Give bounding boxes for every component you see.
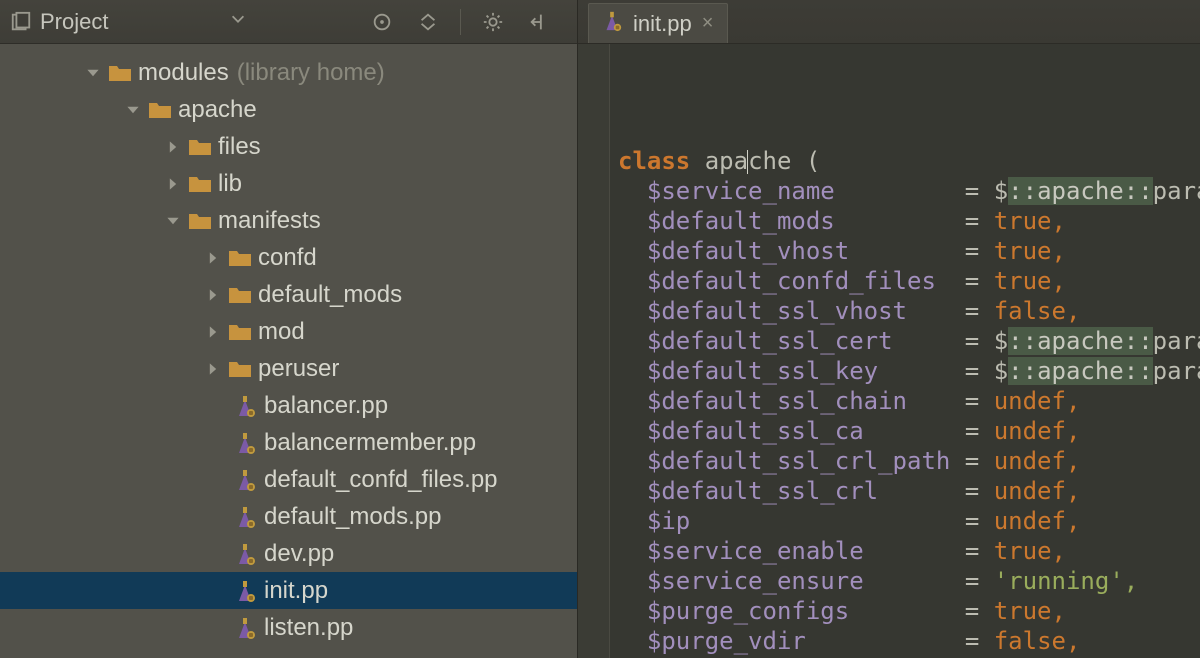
tree-note: (library home) <box>237 59 385 87</box>
tree-label: confd <box>258 244 317 272</box>
tree-folder-confd[interactable]: confd <box>0 239 577 276</box>
settings-gear-icon[interactable] <box>479 8 507 36</box>
tree-label: default_mods <box>258 281 402 309</box>
folder-icon <box>226 285 254 305</box>
tree-label: manifests <box>218 207 321 235</box>
tree-folder-peruser[interactable]: peruser <box>0 350 577 387</box>
tree-label: peruser <box>258 355 339 383</box>
toolbar-separator <box>460 9 461 35</box>
tree-folder-lib[interactable]: lib <box>0 165 577 202</box>
puppet-file-icon <box>230 579 260 603</box>
folder-icon <box>186 174 214 194</box>
folder-icon <box>186 137 214 157</box>
tree-file-listen[interactable]: listen.pp <box>0 609 577 646</box>
hide-panel-icon[interactable] <box>525 8 553 36</box>
tree-folder-default-mods[interactable]: default_mods <box>0 276 577 313</box>
collapse-arrow-icon[interactable] <box>160 139 186 155</box>
editor-tab-bar[interactable]: init.pp × <box>578 0 1200 44</box>
folder-icon <box>186 211 214 231</box>
project-panel-icon <box>10 11 32 33</box>
close-icon[interactable]: × <box>702 12 714 35</box>
tree-label: files <box>218 133 261 161</box>
editor-tab-init[interactable]: init.pp × <box>588 3 728 43</box>
tree-file-default-mods[interactable]: default_mods.pp <box>0 498 577 535</box>
puppet-file-icon <box>230 468 260 492</box>
tree-file-balancermember[interactable]: balancermember.pp <box>0 424 577 461</box>
expand-arrow-icon[interactable] <box>80 65 106 81</box>
tree-label: default_confd_files.pp <box>264 466 498 494</box>
tree-folder-mod[interactable]: mod <box>0 313 577 350</box>
folder-icon <box>106 63 134 83</box>
tree-file-default-confd-files[interactable]: default_confd_files.pp <box>0 461 577 498</box>
project-tree[interactable]: modules (library home) apache files <box>0 44 577 658</box>
puppet-file-icon <box>230 394 260 418</box>
tree-label: mod <box>258 318 305 346</box>
project-panel-title: Project <box>40 9 108 35</box>
tree-label: balancer.pp <box>264 392 388 420</box>
puppet-file-icon <box>601 10 623 38</box>
tab-title: init.pp <box>633 11 692 37</box>
collapse-arrow-icon[interactable] <box>200 250 226 266</box>
tree-label: dev.pp <box>264 540 334 568</box>
collapse-all-icon[interactable] <box>414 8 442 36</box>
tree-file-init[interactable]: init.pp <box>0 572 577 609</box>
folder-icon <box>146 100 174 120</box>
editor-gutter <box>578 44 610 658</box>
collapse-arrow-icon[interactable] <box>200 287 226 303</box>
tree-label: lib <box>218 170 242 198</box>
project-panel-header[interactable]: Project <box>0 0 577 44</box>
expand-arrow-icon[interactable] <box>160 213 186 229</box>
collapse-arrow-icon[interactable] <box>160 176 186 192</box>
tree-label: init.pp <box>264 577 328 605</box>
tree-folder-apache[interactable]: apache <box>0 91 577 128</box>
expand-arrow-icon[interactable] <box>120 102 146 118</box>
tree-file-dev[interactable]: dev.pp <box>0 535 577 572</box>
tree-label: listen.pp <box>264 614 353 642</box>
collapse-arrow-icon[interactable] <box>200 361 226 377</box>
autoscroll-to-source-icon[interactable] <box>368 8 396 36</box>
tree-file-balancer[interactable]: balancer.pp <box>0 387 577 424</box>
puppet-file-icon <box>230 431 260 455</box>
puppet-file-icon <box>230 505 260 529</box>
puppet-file-icon <box>230 616 260 640</box>
code-editor[interactable]: class apache ( $service_name = $::apache… <box>578 44 1200 658</box>
tree-label: default_mods.pp <box>264 503 441 531</box>
tree-folder-modules[interactable]: modules (library home) <box>0 54 577 91</box>
tree-label: modules <box>138 59 229 87</box>
collapse-arrow-icon[interactable] <box>200 324 226 340</box>
tree-folder-manifests[interactable]: manifests <box>0 202 577 239</box>
folder-icon <box>226 359 254 379</box>
folder-icon <box>226 248 254 268</box>
tree-label: apache <box>178 96 257 124</box>
folder-icon <box>226 322 254 342</box>
tree-label: balancermember.pp <box>264 429 476 457</box>
code-content: class apache ( $service_name = $::apache… <box>618 146 1200 658</box>
tree-folder-files[interactable]: files <box>0 128 577 165</box>
puppet-file-icon <box>230 542 260 566</box>
project-view-dropdown-icon[interactable] <box>229 10 247 33</box>
